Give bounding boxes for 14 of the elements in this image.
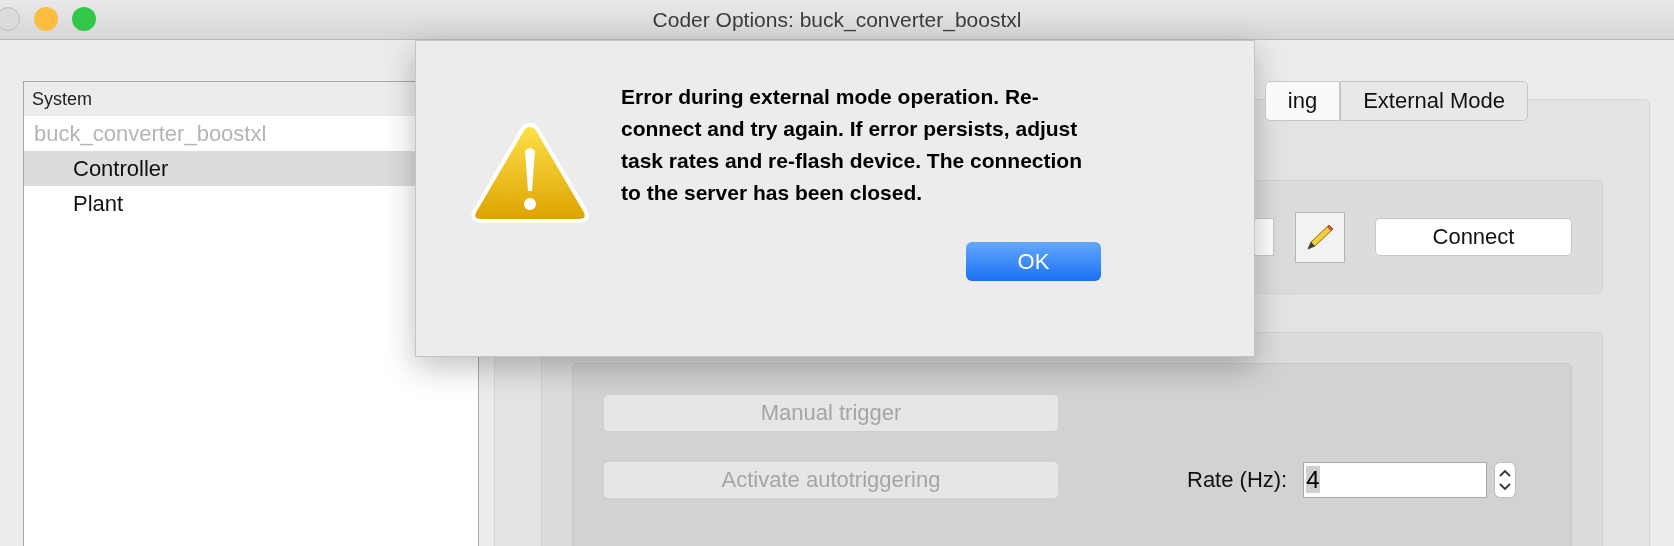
minimize-icon[interactable]	[34, 7, 58, 31]
window-title: Coder Options: buck_converter_boostxl	[652, 7, 1022, 32]
stepper-icon[interactable]	[1494, 462, 1517, 498]
error-message: Error during external mode operation. Re-connect and try again. If error persists, adjust task rates and re-flash device. The connection to the server has been closed.	[621, 84, 1083, 206]
rate-field[interactable]: 4	[1303, 462, 1488, 498]
warning-icon	[469, 121, 591, 225]
tab[interactable]: ing	[1264, 81, 1341, 121]
connect-button[interactable]: Connect	[1375, 218, 1572, 256]
zoom-icon[interactable]	[72, 7, 96, 31]
pencil-icon	[1305, 222, 1335, 252]
edit-button[interactable]	[1295, 211, 1345, 263]
rate-label: Rate (Hz):	[1187, 467, 1288, 493]
close-icon[interactable]	[0, 7, 20, 31]
tab[interactable]: External Mode	[1340, 81, 1528, 121]
